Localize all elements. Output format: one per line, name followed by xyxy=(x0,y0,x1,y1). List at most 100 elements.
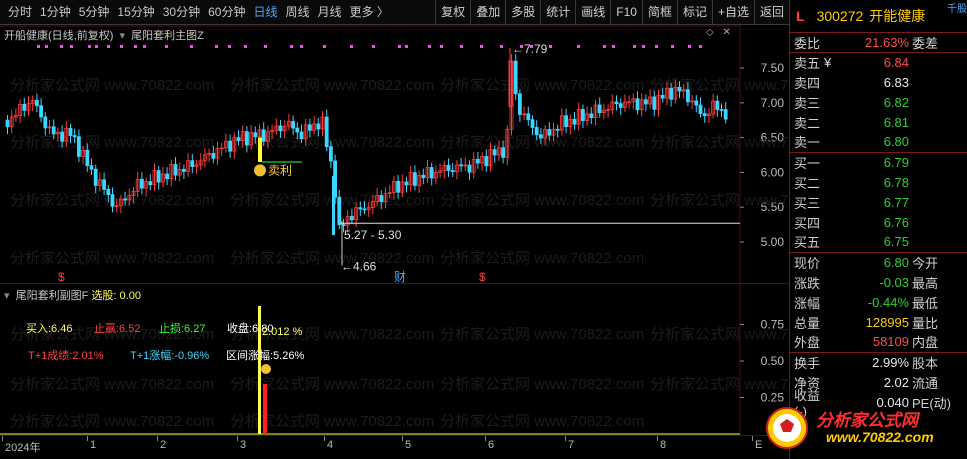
signal-dot xyxy=(671,45,674,48)
signal-dot xyxy=(350,45,353,48)
candle-body xyxy=(446,164,451,171)
date-tick xyxy=(324,436,325,441)
period-tab-9[interactable]: 更多 〉 xyxy=(346,0,393,25)
coin-icon xyxy=(254,164,266,177)
period-tab-3[interactable]: 15分钟 xyxy=(113,0,158,25)
quote-label: 卖一 xyxy=(794,135,821,151)
signal-dot xyxy=(37,45,40,48)
candle-body xyxy=(396,180,401,193)
candle-body xyxy=(618,103,623,108)
football-logo-icon xyxy=(766,407,808,449)
toolbar-button-6[interactable]: 简框 xyxy=(641,0,677,25)
date-axis: 2024年 1 2 3 4 5 6 7 8 E xyxy=(0,435,789,459)
candle-body xyxy=(156,170,161,183)
candle-body xyxy=(459,164,464,167)
sell-tag: 卖利 xyxy=(268,163,292,177)
weibi-value: 21.63% xyxy=(864,34,909,50)
period-tab-5[interactable]: 60分钟 xyxy=(204,0,249,25)
toolbar-button-4[interactable]: 画线 xyxy=(575,0,610,25)
toolbar-button-2[interactable]: 多股 xyxy=(505,0,540,25)
toolbar-button-5[interactable]: F10 xyxy=(610,0,642,25)
candle-body xyxy=(102,179,106,190)
signal-dot xyxy=(500,45,503,48)
quote-label: 涨跌 xyxy=(794,275,821,291)
toolbar-button-8[interactable]: +自选 xyxy=(711,0,754,25)
date-tick xyxy=(2,436,3,441)
candle-body xyxy=(555,128,560,131)
quote-label: 总量 xyxy=(794,315,821,331)
signal-dot xyxy=(290,45,293,48)
watermark: 分析家公式网 www.70822.com xyxy=(10,250,214,267)
main-kline-chart[interactable]: 7.50 7.00 6.50 6.00 5.50 5.00 分析家公式网 www.70822… xyxy=(0,25,789,283)
watermark: 分析家公式网 www.70822.com xyxy=(650,192,789,209)
date-tick xyxy=(752,436,753,441)
signal-dot xyxy=(264,45,267,48)
stat-pct: 2.012 % xyxy=(262,326,303,338)
period-tab-1[interactable]: 1分钟 xyxy=(36,0,75,25)
period-tab-4[interactable]: 30分钟 xyxy=(159,0,204,25)
toolbar-button-1[interactable]: 叠加 xyxy=(470,0,505,25)
candle-body xyxy=(291,121,296,129)
period-tab-0[interactable]: 分时 xyxy=(4,0,36,25)
quote-value: 6.84 xyxy=(883,55,909,71)
sub-indicator-chart[interactable]: 0.75 0.50 0.25 分析家公式网 www.70822.com 分析家公式网 w… xyxy=(0,283,789,436)
collapse-icon[interactable]: ▾ xyxy=(4,290,13,302)
toolbar-button-9[interactable]: 返回 xyxy=(753,0,789,25)
logo-line1: 分析家公式网 xyxy=(816,411,918,430)
candle-body xyxy=(190,160,195,167)
watermark: 分析家公式网 www.70822.com xyxy=(650,326,789,343)
candle-body xyxy=(173,164,178,176)
date-label: 8 xyxy=(660,439,667,451)
candle-body xyxy=(228,140,233,152)
toolbar-button-0[interactable]: 复权 xyxy=(435,0,470,25)
candle-body xyxy=(307,124,312,131)
diamond-icon[interactable]: ◇ xyxy=(706,27,714,38)
candle-body xyxy=(253,132,258,138)
quote-value: 6.76 xyxy=(883,214,909,230)
date-label: 2024年 xyxy=(5,442,41,454)
date-tick xyxy=(237,436,238,441)
quote-value: 6.80 xyxy=(883,134,909,150)
quote-header: L 300272 开能健康 xyxy=(790,0,967,33)
candle-body xyxy=(669,87,673,100)
quote-value: 6.75 xyxy=(883,234,909,250)
date-label: 5 xyxy=(405,439,412,451)
toolbar-button-3[interactable]: 统计 xyxy=(540,0,575,25)
date-tick xyxy=(485,436,486,441)
sub-indicator-name[interactable]: 尾阳套利副图F xyxy=(16,290,89,302)
stat-buy: 买入:6.46 xyxy=(26,323,73,335)
period-tab-8[interactable]: 月线 xyxy=(314,0,346,25)
signal-dot xyxy=(633,45,636,48)
candle-body xyxy=(89,165,94,170)
candle-body xyxy=(564,115,568,128)
period-tab-6[interactable]: 日线 xyxy=(249,0,281,25)
date-label: 1 xyxy=(90,439,97,451)
corner-label[interactable]: 千股 xyxy=(947,0,967,15)
candle-body xyxy=(362,208,367,211)
stats1-row: 总量 128995 量比 xyxy=(790,312,967,332)
quote-label: 卖四 xyxy=(794,75,821,91)
candle-body xyxy=(534,127,539,136)
y-tick-label: 7.50 xyxy=(761,61,785,75)
toolbar-button-7[interactable]: 标记 xyxy=(676,0,712,25)
watermark: 分析家公式网 www.70822.com xyxy=(440,326,644,343)
stock-name: 开能健康 xyxy=(869,8,926,24)
kline-canvas[interactable]: 7.507.006.506.005.505.00分析家公式网 www.70822… xyxy=(0,25,789,283)
chart-corner-icons[interactable]: ◇ ✕ xyxy=(706,27,731,38)
quote-value: 6.79 xyxy=(883,155,909,171)
candle-body xyxy=(60,131,64,142)
sub-canvas[interactable]: 0.750.500.25分析家公式网 www.70822.com 分析家公式网 w… xyxy=(0,284,789,436)
close-icon[interactable]: ✕ xyxy=(722,27,730,38)
y-tick-label: 0.50 xyxy=(761,354,785,368)
date-tick xyxy=(402,436,403,441)
period-tab-2[interactable]: 5分钟 xyxy=(75,0,114,25)
period-tab-7[interactable]: 周线 xyxy=(281,0,313,25)
indicator-title[interactable]: 尾阳套利主图Z xyxy=(131,30,204,42)
candle-body xyxy=(51,126,56,135)
watermark: 分析家公式网 www.70822.com xyxy=(440,376,644,393)
stock-title: 开船健康(日线,前复权) xyxy=(4,30,114,42)
bids-row: 买三 6.77 xyxy=(790,192,967,212)
finance-tag: 财 xyxy=(394,270,406,283)
signal-dot xyxy=(300,45,303,48)
signal-dot xyxy=(70,45,73,48)
